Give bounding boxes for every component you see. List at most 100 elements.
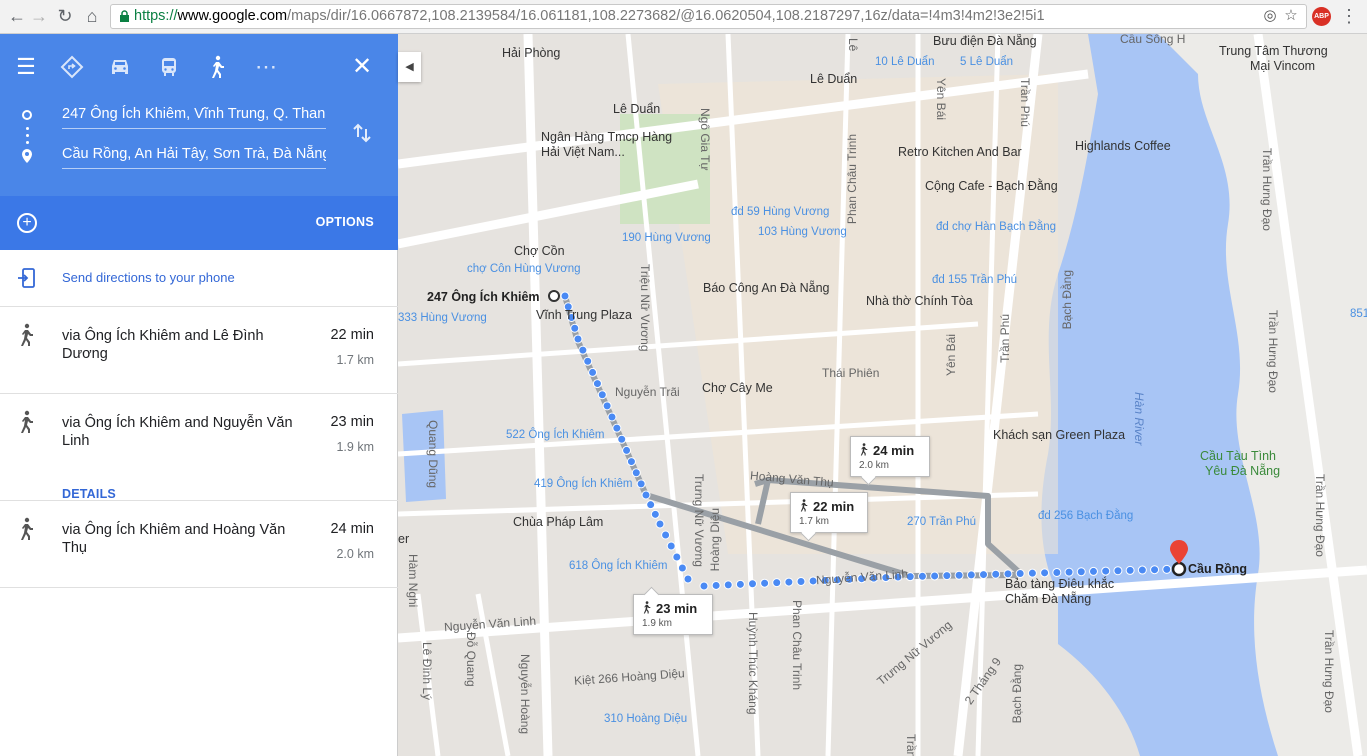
options-bar: + OPTIONS bbox=[0, 196, 398, 250]
route-via: via Ông Ích Khiêm and Lê Đình Dương bbox=[62, 328, 264, 362]
map-label: đd 59 Hùng Vương bbox=[731, 206, 830, 218]
car-icon[interactable] bbox=[107, 54, 133, 80]
walking-icon bbox=[21, 410, 33, 433]
home-icon[interactable]: ⌂ bbox=[81, 5, 103, 27]
route-via: via Ông Ích Khiêm and Hoàng Văn Thụ bbox=[62, 522, 286, 556]
origin-circle-icon bbox=[22, 110, 32, 120]
route-dot bbox=[626, 457, 636, 467]
map-label: 618 Ông Ích Khiêm bbox=[569, 560, 668, 572]
map-label: Yêu Đà Nẵng bbox=[1205, 464, 1281, 478]
callout-distance: 1.7 km bbox=[799, 516, 830, 527]
route-dot bbox=[1162, 564, 1172, 574]
map-label: 190 Hùng Vương bbox=[622, 232, 711, 244]
route-dot bbox=[991, 569, 1001, 579]
route-dot bbox=[597, 390, 607, 400]
map-label: Phan Châu Trinh bbox=[790, 600, 804, 691]
bookmark-star-icon[interactable]: ☆ bbox=[1281, 6, 1301, 26]
route-dot bbox=[760, 578, 770, 588]
route-distance: 2.0 km bbox=[336, 547, 374, 561]
back-icon[interactable]: ← bbox=[6, 5, 28, 27]
menu-icon[interactable]: ☰ bbox=[13, 54, 39, 80]
swap-icon[interactable] bbox=[350, 121, 374, 145]
map-label: Bạch Đằng bbox=[1060, 270, 1074, 330]
lock-icon bbox=[120, 10, 129, 22]
origin-input[interactable]: 247 Ông Ích Khiêm, Vĩnh Trung, Q. Thanh … bbox=[62, 103, 326, 129]
map-label: Hoàng Diệu bbox=[708, 508, 722, 572]
map-label: 851 bbox=[1350, 308, 1367, 320]
route-dot bbox=[655, 519, 665, 529]
route-option[interactable]: via Ông Ích Khiêm and Nguyễn Văn Linh 23… bbox=[0, 394, 398, 501]
map-label: Trần bbox=[904, 734, 918, 756]
route-details-link[interactable]: DETAILS bbox=[62, 487, 116, 501]
route-dot bbox=[631, 468, 641, 478]
map-label: Mại Vincom bbox=[1250, 59, 1316, 73]
destination-input[interactable]: Cầu Rồng, An Hải Tây, Sơn Trà, Đà Nẵng bbox=[62, 143, 326, 169]
collapse-panel-button[interactable]: ◀ bbox=[398, 52, 421, 82]
route-connector-dot bbox=[26, 134, 29, 137]
route-dot bbox=[612, 423, 622, 433]
adblock-icon[interactable]: ABP bbox=[1312, 7, 1331, 26]
route-dot bbox=[1125, 565, 1135, 575]
map-label: Đỗ Quang bbox=[464, 632, 478, 687]
map-label: chợ Côn Hùng Vương bbox=[467, 263, 581, 275]
map-label: Triệu Nữ Vương bbox=[638, 264, 652, 352]
options-button[interactable]: OPTIONS bbox=[316, 215, 374, 229]
map-label: Hải Việt Nam... bbox=[541, 145, 625, 159]
browser-toolbar: ← → ↻ ⌂ https://www.google.com/maps/dir/… bbox=[0, 0, 1367, 34]
route-dot bbox=[979, 570, 989, 580]
map-label: Nguyễn Hoàng bbox=[518, 654, 532, 735]
send-to-phone-icon bbox=[18, 268, 35, 288]
route-dot bbox=[699, 581, 709, 591]
route-dot bbox=[1076, 567, 1086, 577]
map-label: Cầu Sông H bbox=[1120, 34, 1186, 46]
map-label: Bưu điện Đà Nẵng bbox=[933, 34, 1037, 48]
close-icon[interactable]: ✕ bbox=[350, 54, 374, 80]
route-duration: 24 min bbox=[330, 521, 374, 537]
route-callout[interactable]: 23 min 1.9 km bbox=[633, 594, 713, 635]
walking-icon[interactable] bbox=[204, 54, 230, 80]
origin-map-label: 247 Ông Ích Khiêm bbox=[427, 290, 540, 304]
map-label: 10 Lê Duẩn bbox=[875, 56, 935, 68]
route-dot bbox=[683, 574, 693, 584]
add-destination-icon[interactable]: + bbox=[17, 213, 37, 233]
route-dot bbox=[570, 323, 580, 333]
route-via: via Ông Ích Khiêm and Nguyễn Văn Linh bbox=[62, 415, 293, 449]
map-label: Hàm Nghi bbox=[406, 554, 420, 608]
location-icon[interactable]: ◎ bbox=[1260, 6, 1280, 26]
transit-icon[interactable] bbox=[156, 54, 182, 80]
route-dot bbox=[1027, 568, 1037, 578]
walking-icon bbox=[21, 323, 33, 346]
browser-menu-icon[interactable]: ⋮ bbox=[1340, 5, 1358, 27]
map-label: Chợ Cồn bbox=[514, 244, 565, 258]
route-dot bbox=[735, 579, 745, 589]
route-option[interactable]: via Ông Ích Khiêm and Lê Đình Dương 22 m… bbox=[0, 307, 398, 394]
address-bar[interactable]: https://www.google.com/maps/dir/16.06678… bbox=[110, 4, 1307, 29]
map-label: 333 Hùng Vương bbox=[398, 312, 487, 324]
route-dot bbox=[666, 541, 676, 551]
map-label: Bạch Đằng bbox=[1010, 664, 1024, 724]
route-callout[interactable]: 22 min 1.7 km bbox=[790, 492, 868, 533]
reload-icon[interactable]: ↻ bbox=[54, 5, 76, 27]
map-label: Lê bbox=[846, 38, 860, 52]
more-options-icon[interactable]: ⋯ bbox=[253, 54, 279, 80]
best-route-icon[interactable] bbox=[59, 54, 85, 80]
route-option[interactable]: via Ông Ích Khiêm and Hoàng Văn Thụ 24 m… bbox=[0, 501, 398, 588]
map-label: Chùa Pháp Lâm bbox=[513, 515, 604, 529]
map-label: Yên Bái bbox=[934, 78, 948, 121]
map-label: đd 256 Bạch Đằng bbox=[1038, 510, 1134, 522]
url-scheme: https:// bbox=[134, 8, 178, 24]
url-path: /maps/dir/16.0667872,108.2139584/16.0611… bbox=[287, 8, 1045, 24]
forward-icon[interactable]: → bbox=[28, 5, 50, 27]
route-dot bbox=[578, 345, 588, 355]
map-label: 270 Trần Phú bbox=[907, 516, 977, 528]
send-to-phone-label: Send directions to your phone bbox=[62, 270, 235, 285]
map-canvas[interactable]: Hải Phòng Lê Duẩn Lê Duẩn Bưu điện Đà Nẵ… bbox=[398, 34, 1367, 756]
route-dot bbox=[617, 434, 627, 444]
route-connector-dot bbox=[26, 141, 29, 144]
callout-distance: 2.0 km bbox=[859, 460, 890, 471]
route-callout[interactable]: 24 min 2.0 km bbox=[850, 436, 930, 477]
route-dot bbox=[650, 509, 660, 519]
send-to-phone-button[interactable]: Send directions to your phone bbox=[0, 250, 398, 307]
map-label: Vĩnh Trung Plaza bbox=[536, 308, 632, 322]
map-label: Thái Phiên bbox=[822, 366, 880, 380]
